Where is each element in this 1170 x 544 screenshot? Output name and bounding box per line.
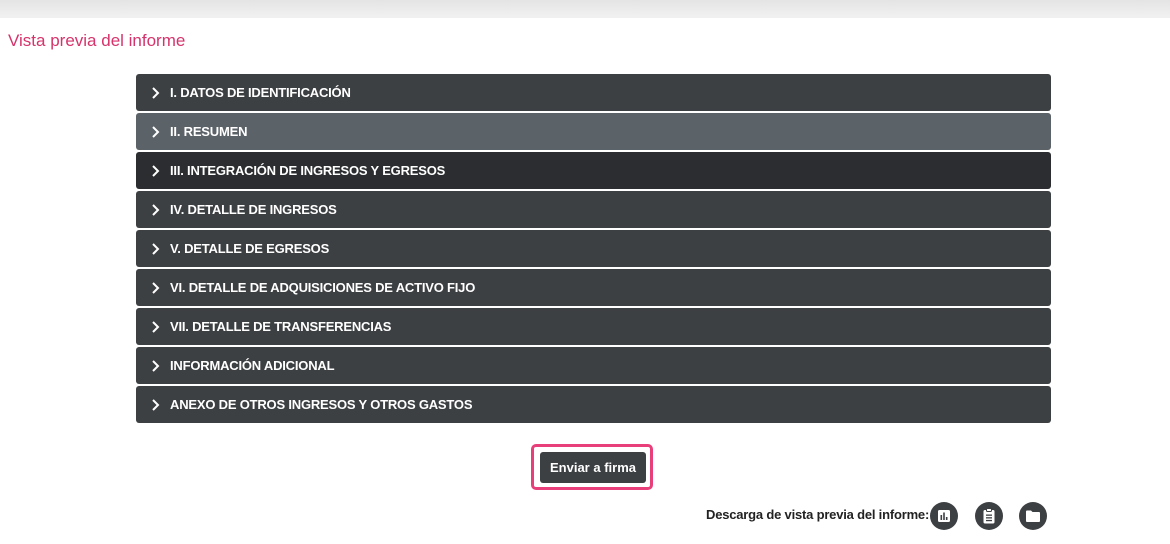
accordion-item-label: III. INTEGRACIÓN DE INGRESOS Y EGRESOS	[170, 163, 446, 178]
chevron-right-icon	[150, 398, 162, 412]
download-folder-button[interactable]	[1019, 502, 1047, 530]
accordion-item-detalle-ingresos[interactable]: IV. DETALLE DE INGRESOS	[136, 191, 1051, 228]
accordion-item-integracion[interactable]: III. INTEGRACIÓN DE INGRESOS Y EGRESOS	[136, 152, 1051, 189]
clipboard-icon	[982, 508, 996, 524]
accordion-item-label: IV. DETALLE DE INGRESOS	[170, 202, 337, 217]
accordion-item-label: VII. DETALLE DE TRANSFERENCIAS	[170, 319, 392, 334]
chevron-right-icon	[150, 281, 162, 295]
chevron-right-icon	[150, 242, 162, 256]
download-clipboard-button[interactable]	[975, 502, 1003, 530]
accordion-item-label: II. RESUMEN	[170, 124, 248, 139]
accordion-item-informacion-adicional[interactable]: INFORMACIÓN ADICIONAL	[136, 347, 1051, 384]
download-preview-label: Descarga de vista previa del informe:	[706, 507, 930, 522]
chevron-right-icon	[150, 164, 162, 178]
accordion-item-label: I. DATOS DE IDENTIFICACIÓN	[170, 85, 351, 100]
send-to-sign-button[interactable]: Enviar a firma	[540, 452, 646, 483]
accordion-item-label: INFORMACIÓN ADICIONAL	[170, 358, 335, 373]
accordion-item-label: VI. DETALLE DE ADQUISICIONES DE ACTIVO F…	[170, 280, 476, 295]
chart-icon	[937, 509, 951, 523]
accordion-item-activo-fijo[interactable]: VI. DETALLE DE ADQUISICIONES DE ACTIVO F…	[136, 269, 1051, 306]
accordion-item-transferencias[interactable]: VII. DETALLE DE TRANSFERENCIAS	[136, 308, 1051, 345]
folder-icon	[1025, 509, 1041, 523]
top-bar-shadow	[0, 0, 1170, 16]
chevron-right-icon	[150, 359, 162, 373]
accordion-item-label: V. DETALLE DE EGRESOS	[170, 241, 330, 256]
accordion-item-label: ANEXO DE OTROS INGRESOS Y OTROS GASTOS	[170, 397, 473, 412]
accordion-item-resumen[interactable]: II. RESUMEN	[136, 113, 1051, 150]
chevron-right-icon	[150, 320, 162, 334]
report-sections-accordion: I. DATOS DE IDENTIFICACIÓN II. RESUMEN I…	[136, 74, 1051, 425]
chevron-right-icon	[150, 203, 162, 217]
page-title: Vista previa del informe	[8, 31, 186, 50]
accordion-item-anexo[interactable]: ANEXO DE OTROS INGRESOS Y OTROS GASTOS	[136, 386, 1051, 423]
accordion-item-detalle-egresos[interactable]: V. DETALLE DE EGRESOS	[136, 230, 1051, 267]
accordion-item-datos-identificacion[interactable]: I. DATOS DE IDENTIFICACIÓN	[136, 74, 1051, 111]
chevron-right-icon	[150, 86, 162, 100]
download-chart-button[interactable]	[930, 502, 958, 530]
chevron-right-icon	[150, 125, 162, 139]
